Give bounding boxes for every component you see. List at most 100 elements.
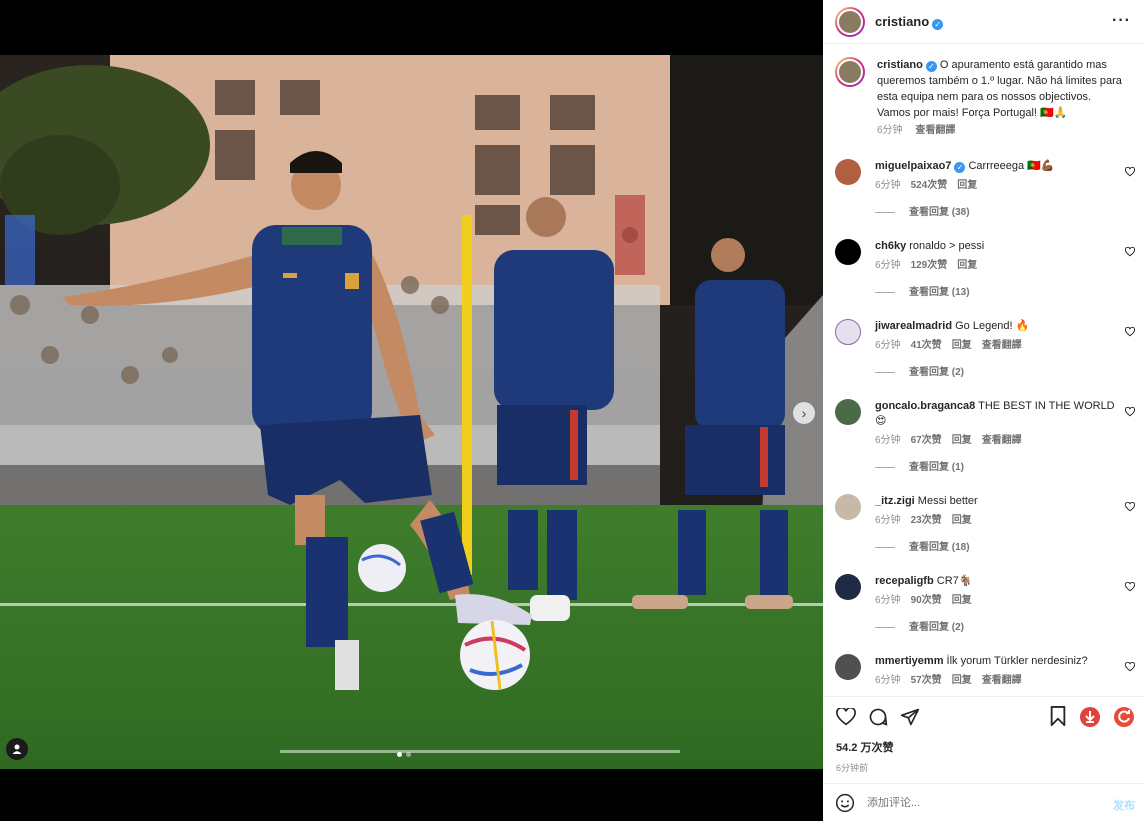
comment-item: _itz.zigi Messi better 6分钟 23次赞 回复 查看回复 (18) — [823, 494, 1145, 555]
user-icon — [12, 744, 22, 754]
download-icon[interactable] — [1079, 706, 1101, 733]
comment-likes[interactable]: 524次赞 — [911, 180, 948, 191]
commenter-avatar[interactable] — [835, 654, 861, 680]
action-bar: 54.2 万次赞 6分钟前 — [823, 696, 1145, 774]
next-media-button[interactable]: › — [793, 402, 815, 424]
comment-text: ronaldo > pessi — [909, 240, 985, 252]
comment-like-heart-icon[interactable] — [1125, 167, 1135, 177]
comment-time: 6分钟 — [875, 435, 901, 446]
commenter-avatar[interactable] — [835, 319, 861, 345]
reply-button[interactable]: 回复 — [952, 515, 972, 526]
post-header: cristiano ✓ ··· — [823, 0, 1145, 44]
commenter-username[interactable]: mmertiyemm — [875, 655, 943, 667]
comment-likes[interactable]: 57次赞 — [911, 675, 942, 686]
refresh-icon[interactable] — [1113, 706, 1135, 733]
comment-like-heart-icon[interactable] — [1125, 407, 1135, 417]
reply-button[interactable]: 回复 — [952, 595, 972, 606]
comment-time: 6分钟 — [875, 595, 901, 606]
share-icon[interactable] — [899, 706, 921, 728]
view-replies-button[interactable]: 查看回复 (2) — [875, 620, 1115, 635]
comment-like-heart-icon[interactable] — [1125, 502, 1135, 512]
comment-item: recepaligfb CR7🐐 6分钟 90次赞 回复 查看回复 (2) — [823, 574, 1145, 635]
view-replies-label: 查看回复 (2) — [909, 622, 964, 633]
comment-item: goncalo.braganca8 THE BEST IN THE WORLD … — [823, 399, 1145, 475]
comment-likes[interactable]: 23次赞 — [911, 515, 942, 526]
comment-icon[interactable] — [867, 706, 889, 728]
caption-time: 6分钟 — [877, 125, 903, 136]
comment-text: Go Legend! 🔥 — [955, 320, 1030, 332]
comment-likes[interactable]: 90次赞 — [911, 595, 942, 606]
see-translation-link[interactable]: 查看翻譯 — [982, 675, 1022, 686]
view-replies-button[interactable]: 查看回复 (2) — [875, 365, 1115, 380]
tagged-users-button[interactable] — [6, 738, 28, 760]
commenter-avatar[interactable] — [835, 399, 861, 425]
commenter-username[interactable]: jiwarealmadrid — [875, 320, 952, 332]
like-count[interactable]: 54.2 万次赞 — [823, 739, 1145, 755]
see-translation-link[interactable]: 查看翻譯 — [915, 125, 955, 136]
comment-input[interactable] — [867, 796, 1087, 809]
comment-likes[interactable]: 129次赞 — [911, 260, 948, 271]
view-replies-button[interactable]: 查看回复 (38) — [875, 205, 1115, 220]
carousel-dot — [406, 752, 411, 757]
verified-badge-icon: ✓ — [925, 61, 937, 72]
view-replies-button[interactable]: 查看回复 (18) — [875, 540, 1115, 555]
comment-like-heart-icon[interactable] — [1125, 662, 1135, 672]
comment-time: 6分钟 — [875, 340, 901, 351]
emoji-icon[interactable] — [835, 793, 855, 813]
author-avatar[interactable] — [835, 6, 865, 37]
commenter-username[interactable]: goncalo.braganca8 — [875, 400, 975, 412]
reply-button[interactable]: 回复 — [952, 435, 972, 446]
commenter-username[interactable]: recepaligfb — [875, 575, 934, 587]
commenter-username[interactable]: _itz.zigi — [875, 495, 915, 507]
commenter-username[interactable]: ch6ky — [875, 240, 906, 252]
instagram-post-viewer: › cristiano ✓ ··· cristiano ✓ O apuramento… — [0, 0, 1145, 821]
comment-time: 6分钟 — [875, 675, 901, 686]
commenter-avatar[interactable] — [835, 574, 861, 600]
comment-time: 6分钟 — [875, 180, 901, 191]
author-username[interactable]: cristiano ✓ — [875, 14, 944, 30]
replies-divider — [875, 292, 895, 293]
chevron-right-icon: › — [801, 405, 807, 421]
view-replies-label: 查看回复 (1) — [909, 462, 964, 473]
view-replies-label: 查看回复 (18) — [909, 542, 970, 553]
reply-button[interactable]: 回复 — [952, 675, 972, 686]
verified-badge-icon: ✓ — [954, 162, 966, 173]
view-replies-label: 查看回复 (13) — [909, 287, 970, 298]
commenter-username[interactable]: miguelpaixao7 — [875, 160, 951, 172]
carousel-dot-active — [397, 752, 402, 757]
comment-text: Carrreeega 🇵🇹💪🏾 — [968, 160, 1055, 172]
comment-text: İlk yorum Türkler nerdesiniz? — [946, 655, 1088, 667]
commenter-avatar[interactable] — [835, 159, 861, 185]
replies-divider — [875, 212, 895, 213]
heart-icon[interactable] — [835, 706, 857, 728]
caption-avatar[interactable] — [835, 57, 865, 87]
comment-like-heart-icon[interactable] — [1125, 582, 1135, 592]
comment-time: 6分钟 — [875, 260, 901, 271]
bookmark-icon[interactable] — [1049, 706, 1067, 733]
caption-username[interactable]: cristiano — [877, 59, 923, 71]
reply-button[interactable]: 回复 — [957, 180, 977, 191]
comment-like-heart-icon[interactable] — [1125, 327, 1135, 337]
comment-composer: 发布 — [823, 783, 1145, 821]
commenter-avatar[interactable] — [835, 494, 861, 520]
view-replies-button[interactable]: 查看回复 (1) — [875, 460, 1115, 475]
view-replies-label: 查看回复 (38) — [909, 207, 970, 218]
comment-item: mmertiyemm İlk yorum Türkler nerdesiniz?… — [823, 654, 1145, 688]
commenter-avatar[interactable] — [835, 239, 861, 265]
post-comment-button[interactable]: 发布 — [1113, 797, 1135, 813]
view-replies-button[interactable]: 查看回复 (13) — [875, 285, 1115, 300]
comments-list[interactable]: cristiano ✓ O apuramento está garantido m… — [823, 45, 1145, 695]
comment-item: miguelpaixao7 ✓ Carrreeega 🇵🇹💪🏾 6分钟 524次赞 回复… — [823, 159, 1145, 220]
comment-likes[interactable]: 67次赞 — [911, 435, 942, 446]
reply-button[interactable]: 回复 — [957, 260, 977, 271]
more-icon[interactable]: ··· — [1112, 12, 1131, 30]
post-photo[interactable] — [0, 55, 823, 769]
see-translation-link[interactable]: 查看翻譯 — [982, 435, 1022, 446]
media-pane: › — [0, 0, 823, 821]
replies-divider — [875, 467, 895, 468]
comment-likes[interactable]: 41次赞 — [911, 340, 942, 351]
reply-button[interactable]: 回复 — [952, 340, 972, 351]
post-timestamp: 6分钟前 — [836, 763, 869, 773]
comment-like-heart-icon[interactable] — [1125, 247, 1135, 257]
see-translation-link[interactable]: 查看翻譯 — [982, 340, 1022, 351]
